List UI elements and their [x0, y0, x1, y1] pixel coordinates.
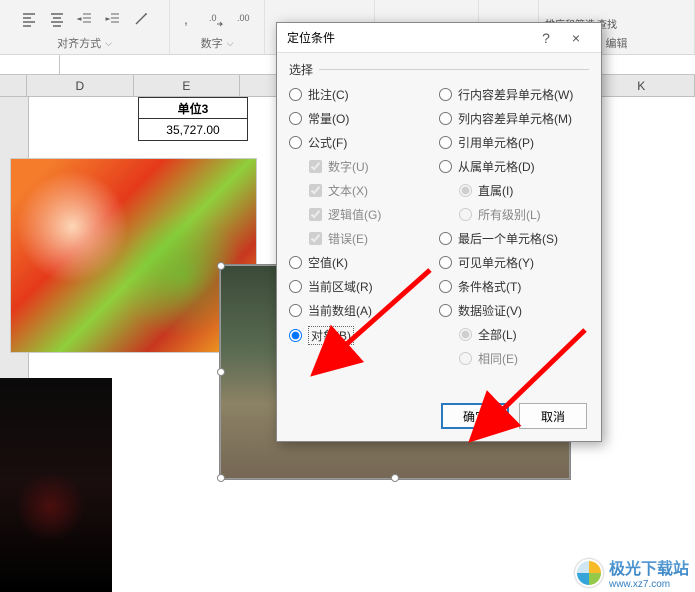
- cell-value-unit3[interactable]: 35,727.00: [138, 119, 248, 141]
- radio-objects[interactable]: 对象(B): [289, 326, 439, 345]
- dialog-titlebar[interactable]: 定位条件 ? ×: [277, 23, 601, 53]
- comma-style-icon[interactable]: ,: [178, 8, 200, 30]
- svg-text:.0: .0: [209, 13, 217, 23]
- ribbon-group-align: 对齐方式 ⌵: [0, 0, 170, 54]
- indent-decrease-icon[interactable]: [74, 8, 96, 30]
- radio-col-diff[interactable]: 列内容差异单元格(M): [439, 110, 589, 127]
- radio-current-region[interactable]: 当前区域(R): [289, 278, 439, 295]
- radio-all-levels: 所有级别(L): [459, 206, 589, 223]
- increase-decimal-icon[interactable]: .00: [234, 8, 256, 30]
- help-icon[interactable]: ?: [531, 23, 561, 53]
- check-numbers: 数字(U): [309, 158, 439, 175]
- dialog-launcher-icon[interactable]: ⌵: [105, 38, 112, 49]
- resize-handle[interactable]: [391, 474, 399, 482]
- resize-handle[interactable]: [217, 474, 225, 482]
- radio-cond-fmt[interactable]: 条件格式(T): [439, 278, 589, 295]
- radio-dependents[interactable]: 从属单元格(D): [439, 158, 589, 175]
- radio-same: 相同(E): [459, 350, 589, 367]
- align-center-icon[interactable]: [46, 8, 68, 30]
- ribbon-group-align-label: 对齐方式: [57, 35, 101, 51]
- dialog-title: 定位条件: [287, 29, 531, 46]
- cancel-button[interactable]: 取消: [519, 403, 587, 429]
- radio-data-val[interactable]: 数据验证(V): [439, 302, 589, 319]
- check-text: 文本(X): [309, 182, 439, 199]
- radio-notes[interactable]: 批注(C): [289, 86, 439, 103]
- resize-handle[interactable]: [217, 262, 225, 270]
- radio-last-cell[interactable]: 最后一个单元格(S): [439, 230, 589, 247]
- ribbon-group-number: , .0 .00 数字 ⌵: [170, 0, 265, 54]
- goto-special-dialog: 定位条件 ? × 选择 批注(C) 常量(O) 公式(F) 数字(U) 文本(X…: [276, 22, 602, 442]
- radio-constants[interactable]: 常量(O): [289, 110, 439, 127]
- col-header-D[interactable]: D: [27, 75, 133, 96]
- embedded-image-dark[interactable]: [0, 378, 112, 592]
- align-left-icon[interactable]: [18, 8, 40, 30]
- radio-visible[interactable]: 可见单元格(Y): [439, 254, 589, 271]
- radio-precedents[interactable]: 引用单元格(P): [439, 134, 589, 151]
- ok-button[interactable]: 确定: [441, 403, 509, 429]
- radio-current-array[interactable]: 当前数组(A): [289, 302, 439, 319]
- radio-row-diff[interactable]: 行内容差异单元格(W): [439, 86, 589, 103]
- watermark-logo-icon: [575, 559, 603, 587]
- decrease-decimal-icon[interactable]: .0: [206, 8, 228, 30]
- check-errors: 错误(E): [309, 230, 439, 247]
- radio-direct: 直属(I): [459, 182, 589, 199]
- cell-header-unit3[interactable]: 单位3: [138, 97, 248, 119]
- col-header-K[interactable]: K: [589, 75, 695, 96]
- select-label: 选择: [289, 61, 313, 78]
- resize-handle[interactable]: [217, 368, 225, 376]
- radio-all: 全部(L): [459, 326, 589, 343]
- col-header-E[interactable]: E: [134, 75, 240, 96]
- orientation-icon[interactable]: [130, 8, 152, 30]
- watermark: 极光下载站 www.xz7.com: [575, 555, 689, 590]
- ribbon-group-edit-label: 编辑: [606, 35, 628, 51]
- dialog-launcher-icon[interactable]: ⌵: [227, 38, 234, 49]
- svg-text:,: ,: [184, 11, 188, 27]
- indent-increase-icon[interactable]: [102, 8, 124, 30]
- watermark-name: 极光下载站: [609, 555, 689, 579]
- close-icon[interactable]: ×: [561, 23, 591, 53]
- radio-blanks[interactable]: 空值(K): [289, 254, 439, 271]
- ribbon-group-number-label: 数字: [201, 35, 223, 51]
- radio-formulas[interactable]: 公式(F): [289, 134, 439, 151]
- watermark-url: www.xz7.com: [609, 579, 689, 590]
- name-box[interactable]: [0, 55, 60, 74]
- check-logic: 逻辑值(G): [309, 206, 439, 223]
- svg-text:.00: .00: [237, 13, 250, 23]
